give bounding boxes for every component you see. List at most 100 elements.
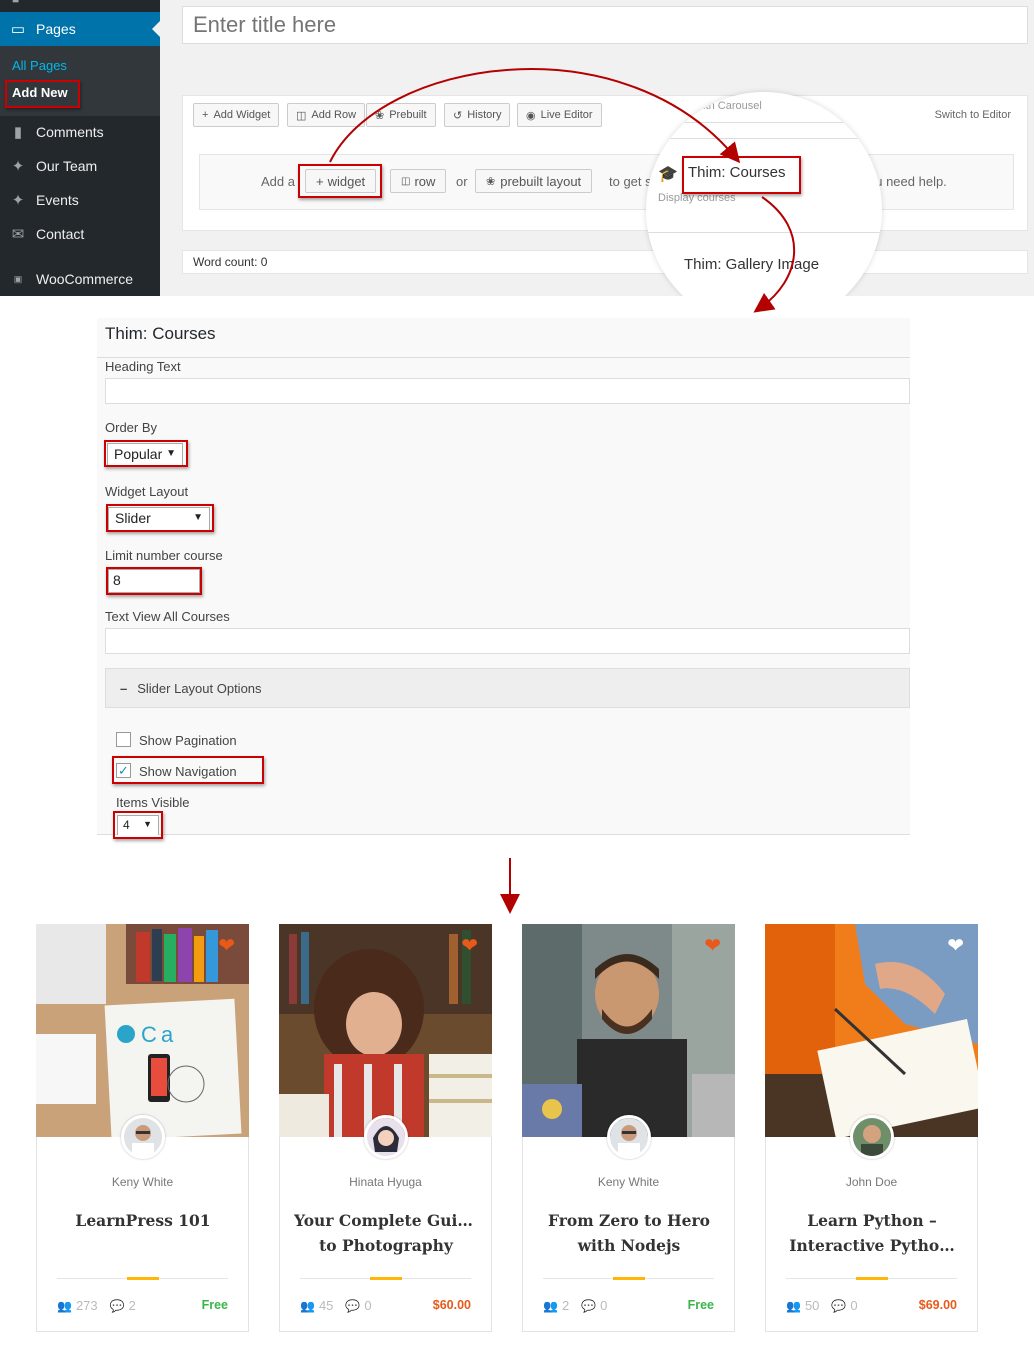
checkmark-icon: ✓	[118, 763, 129, 778]
divider-accent	[613, 1277, 645, 1280]
course-card[interactable]: ❤ Hinata Hyuga Your Complete Guide to Ph…	[279, 924, 492, 1332]
course-price: Free	[687, 1298, 714, 1312]
course-thumbnail[interactable]: ❤	[522, 924, 735, 1137]
submenu-add-new[interactable]: Add New	[12, 85, 68, 100]
slider-options-toggle[interactable]: – Slider Layout Options	[105, 668, 910, 708]
view-all-label: Text View All Courses	[105, 609, 230, 624]
history-button[interactable]: ↺ History	[444, 103, 511, 127]
favorite-heart-icon[interactable]: ❤	[947, 936, 964, 956]
columns-icon: ◫	[296, 109, 307, 122]
course-title[interactable]: LearnPress 101	[51, 1208, 235, 1233]
widget-settings-form: Thim: Courses Heading Text Order By Popu…	[97, 318, 910, 835]
history-icon: ↺	[453, 109, 463, 122]
comment-count: 0	[364, 1298, 372, 1313]
plus-icon: +	[316, 173, 324, 189]
prebuilt-button[interactable]: ❀ Prebuilt	[366, 103, 436, 127]
sidebar-item-pages[interactable]: ▭ Pages	[0, 12, 160, 46]
course-author[interactable]: John Doe	[766, 1175, 977, 1189]
heading-text-label: Heading Text	[105, 359, 181, 374]
comment-icon: ▮	[13, 124, 23, 141]
live-editor-label: Live Editor	[540, 109, 593, 121]
instructor-avatar[interactable]	[850, 1115, 894, 1159]
items-visible-label: Items Visible	[116, 795, 190, 810]
course-image: C a	[36, 924, 249, 1137]
form-header: Thim: Courses	[97, 318, 910, 358]
sidebar-item-comments[interactable]: ▮ Comments	[0, 115, 160, 149]
svg-text:a: a	[161, 1022, 174, 1047]
sidebar-item-our-team[interactable]: ✦ Our Team	[0, 149, 160, 183]
course-image	[279, 924, 492, 1137]
course-thumbnail[interactable]: C a ❤	[36, 924, 249, 1137]
add-row-button[interactable]: ◫ Add Row	[287, 103, 366, 127]
widget-layout-select[interactable]: Slider ▼	[108, 507, 210, 531]
comment-icon: 💬	[345, 1298, 361, 1313]
widget-option-title[interactable]: Thim: Courses	[688, 164, 786, 181]
course-author[interactable]: Hinata Hyuga	[280, 1175, 491, 1189]
favorite-heart-icon[interactable]: ❤	[218, 936, 235, 956]
layout-icon: ❀	[375, 109, 385, 122]
course-meta: 👥 273 💬 2	[57, 1298, 148, 1313]
course-card[interactable]: ❤ John Doe Learn Python – Interactive Py…	[765, 924, 978, 1332]
divider-accent	[370, 1277, 402, 1280]
course-title-line: Learn Python –	[807, 1211, 937, 1230]
show-navigation-checkbox[interactable]: ✓	[116, 763, 131, 778]
course-image	[765, 924, 978, 1137]
order-by-select[interactable]: Popular ▼	[107, 443, 183, 467]
course-thumbnail[interactable]: ❤	[765, 924, 978, 1137]
course-thumbnail[interactable]: ❤	[279, 924, 492, 1137]
favorite-heart-icon[interactable]: ❤	[461, 936, 478, 956]
course-card[interactable]: ❤ Keny White From Zero to Hero with Node…	[522, 924, 735, 1332]
add-row-label: Add Row	[311, 109, 357, 121]
switch-to-editor-link[interactable]: Switch to Editor	[935, 109, 1011, 121]
dashboard-icon: ■	[12, 0, 26, 6]
inline-row-label: row	[414, 173, 436, 189]
course-title-line: with Nodejs	[577, 1236, 681, 1255]
widget-layout-value: Slider	[115, 510, 151, 526]
instructor-avatar[interactable]	[121, 1115, 165, 1159]
items-visible-value: 4	[123, 818, 130, 832]
sidebar-item-woocommerce[interactable]: ▣ WooCommerce	[0, 262, 160, 296]
wp-admin-screen: ■ ▭ Pages All Pages Add New ▮ Comments ✦…	[0, 0, 1034, 296]
limit-course-input[interactable]: 8	[108, 569, 200, 593]
show-pagination-label: Show Pagination	[139, 733, 237, 748]
course-title[interactable]: Learn Python – Interactive Pytho…	[780, 1208, 964, 1258]
word-count: Word count: 0	[182, 250, 1028, 274]
inline-widget-label: widget	[327, 173, 366, 189]
empty-builder-area: Add a + widget ◫ row or ❀ prebuilt layout t…	[199, 154, 1014, 210]
sidebar-item-label: Comments	[36, 124, 104, 140]
inline-widget-button[interactable]: + widget	[305, 169, 377, 193]
show-pagination-checkbox[interactable]	[116, 732, 131, 747]
inline-row-button[interactable]: ◫ row	[390, 169, 447, 193]
items-visible-select[interactable]: 4 ▼	[117, 815, 159, 835]
history-label: History	[467, 109, 502, 121]
post-title-input[interactable]	[182, 6, 1028, 44]
add-widget-label: Add Widget	[213, 109, 271, 121]
course-title[interactable]: From Zero to Hero with Nodejs	[537, 1208, 721, 1258]
view-all-input[interactable]	[105, 628, 910, 654]
inline-prebuilt-button[interactable]: ❀ prebuilt layout	[475, 169, 593, 193]
sidebar-item-events[interactable]: ✦ Events	[0, 183, 160, 217]
heading-text-input[interactable]	[105, 378, 910, 404]
live-editor-button[interactable]: ◉ Live Editor	[517, 103, 602, 127]
course-author[interactable]: Keny White	[523, 1175, 734, 1189]
instructor-avatar[interactable]	[364, 1115, 408, 1159]
add-widget-button[interactable]: + Add Widget	[193, 103, 280, 127]
inline-prebuilt-label: prebuilt layout	[500, 173, 582, 189]
pages-submenu: All Pages Add New	[0, 46, 160, 116]
student-count: 273	[75, 1298, 98, 1313]
order-by-label: Order By	[105, 420, 158, 435]
instructor-avatar[interactable]	[607, 1115, 651, 1159]
favorite-heart-icon[interactable]: ❤	[704, 936, 721, 956]
empty-text-add-a: Add a	[261, 174, 295, 189]
widget-option-next[interactable]: Thim: Gallery Image	[684, 256, 819, 273]
eye-icon: ◉	[526, 109, 536, 122]
comment-count: 0	[600, 1298, 608, 1313]
course-image	[522, 924, 735, 1137]
woo-icon: ▣	[13, 273, 23, 284]
submenu-all-pages[interactable]: All Pages	[12, 58, 67, 73]
sidebar-item-contact[interactable]: ✉ Contact	[0, 217, 160, 251]
columns-icon: ◫	[401, 175, 411, 187]
course-title[interactable]: Your Complete Guide to Photography	[294, 1208, 478, 1258]
course-card[interactable]: C a ❤ Keny White LearnPress 101 👥 273 💬 2 …	[36, 924, 249, 1332]
course-author[interactable]: Keny White	[37, 1175, 248, 1189]
